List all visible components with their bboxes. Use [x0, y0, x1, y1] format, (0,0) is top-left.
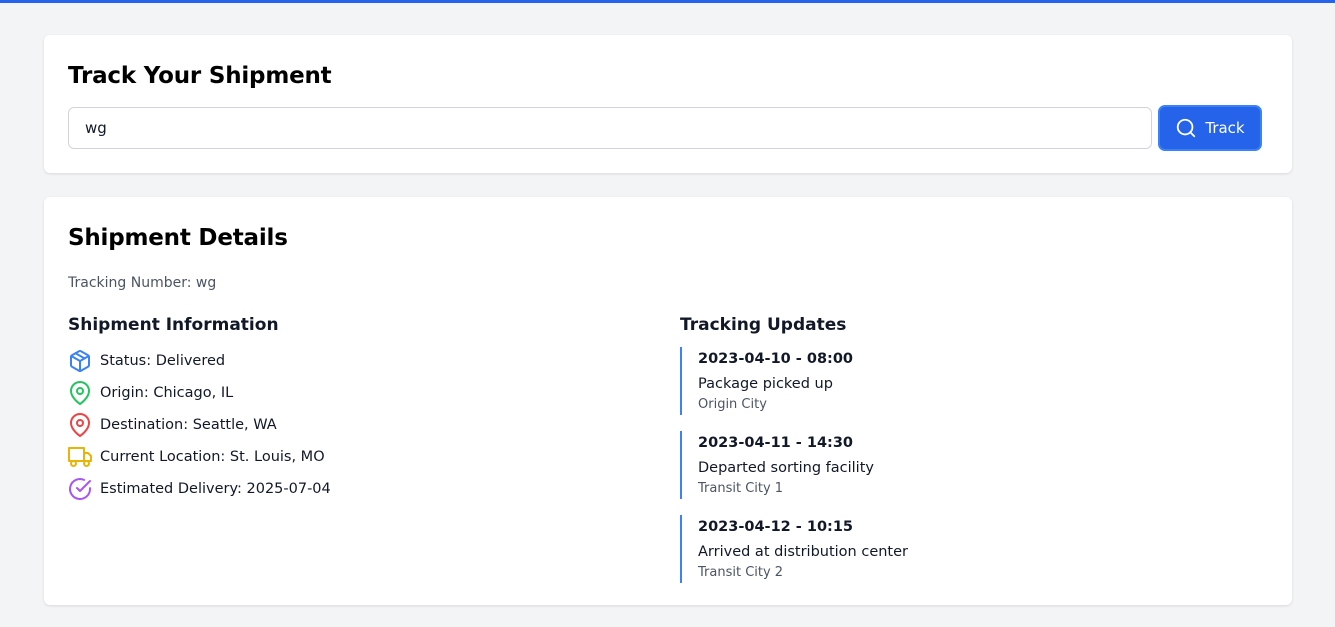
update-location: Transit City 2	[698, 565, 784, 580]
track-shipment-card: Track Your Shipment Track	[44, 35, 1292, 173]
track-shipment-title: Track Your Shipment	[68, 63, 332, 89]
shipment-information-title: Shipment Information	[68, 315, 279, 335]
package-icon	[68, 349, 92, 373]
info-text: Current Location: St. Louis, MO	[100, 449, 325, 465]
tracking-update: 2023-04-10 - 08:00 Package picked up Ori…	[680, 347, 908, 415]
info-text: Status: Delivered	[100, 353, 226, 369]
update-location: Transit City 1	[698, 481, 784, 496]
map-pin-icon	[68, 381, 92, 405]
track-button-label: Track	[1205, 119, 1245, 137]
update-description: Departed sorting facility	[698, 460, 874, 476]
check-circle-icon	[68, 477, 92, 501]
tracking-update: 2023-04-12 - 10:15 Arrived at distributi…	[680, 515, 908, 583]
update-location: Origin City	[698, 397, 767, 412]
update-timestamp: 2023-04-12 - 10:15	[698, 519, 854, 535]
tracking-update: 2023-04-11 - 14:30 Departed sorting faci…	[680, 431, 908, 499]
track-button[interactable]: Track	[1158, 105, 1262, 151]
update-timestamp: 2023-04-11 - 14:30	[698, 435, 854, 451]
tracking-number-label: Tracking Number: wg	[68, 275, 217, 291]
tracking-number-input[interactable]	[68, 107, 1152, 149]
update-timestamp: 2023-04-10 - 08:00	[698, 351, 854, 367]
info-text: Destination: Seattle, WA	[100, 417, 277, 433]
info-item-destination: Destination: Seattle, WA	[68, 409, 331, 441]
info-item-status: Status: Delivered	[68, 345, 331, 377]
update-description: Arrived at distribution center	[698, 544, 909, 560]
truck-icon	[68, 445, 92, 469]
info-item-estimated-delivery: Estimated Delivery: 2025-07-04	[68, 473, 331, 505]
update-description: Package picked up	[698, 376, 833, 392]
info-text: Origin: Chicago, IL	[100, 385, 234, 401]
shipment-details-title: Shipment Details	[68, 225, 288, 251]
tracking-updates-list: 2023-04-10 - 08:00 Package picked up Ori…	[680, 347, 908, 599]
info-item-current-location: Current Location: St. Louis, MO	[68, 441, 331, 473]
map-pin-icon	[68, 413, 92, 437]
search-icon	[1175, 117, 1197, 139]
shipment-details-card: Shipment Details Tracking Number: wg Shi…	[44, 197, 1292, 605]
info-item-origin: Origin: Chicago, IL	[68, 377, 331, 409]
tracking-updates-title: Tracking Updates	[680, 315, 847, 335]
shipment-information-list: Status: Delivered Origin: Chicago, IL De…	[68, 345, 331, 505]
info-text: Estimated Delivery: 2025-07-04	[100, 481, 331, 497]
